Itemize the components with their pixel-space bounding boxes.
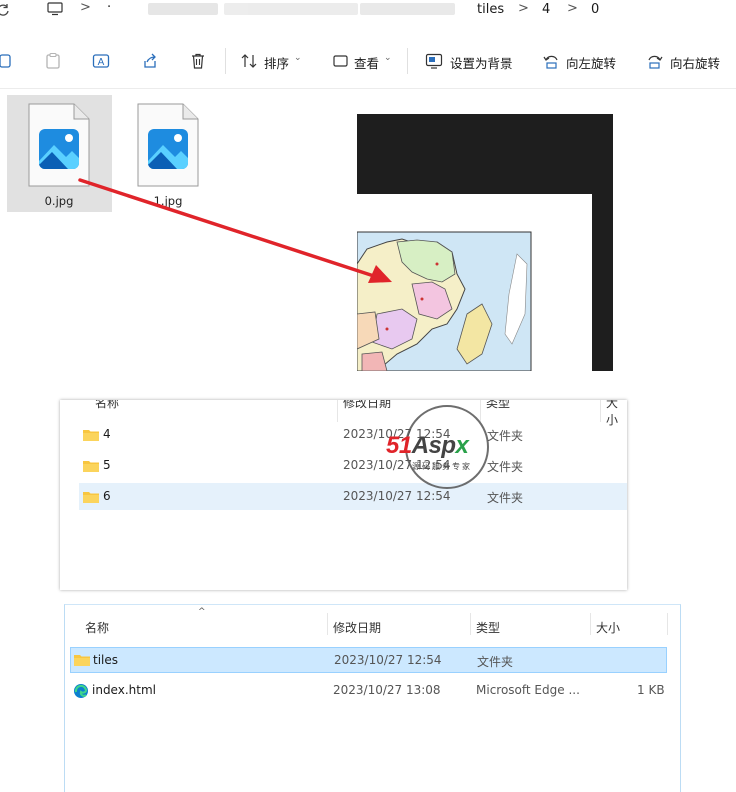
row-name: 6 [103, 489, 111, 503]
breadcrumb-dot: · [107, 0, 112, 15]
rotate-left-icon [543, 55, 558, 69]
column-separator [470, 613, 471, 635]
row-type: 文件夹 [487, 429, 524, 443]
paste-icon[interactable] [44, 52, 62, 70]
view-icon [333, 55, 348, 67]
row-date: 2023/10/27 12:54 [343, 489, 451, 503]
edge-browser-icon [74, 684, 88, 698]
table-row[interactable]: index.html 2023/10/27 13:08 Microsoft Ed… [70, 678, 667, 704]
row-name: 5 [103, 458, 111, 472]
column-separator [667, 613, 668, 635]
image-file-icon [137, 103, 199, 187]
file-tile[interactable]: 0.jpg [7, 95, 112, 212]
address-field[interactable]: > · tiles > 4 > 0 [30, 0, 736, 24]
computer-icon [47, 2, 63, 16]
share-icon[interactable] [141, 52, 159, 70]
obscured-path [148, 3, 218, 15]
folder-list-window: ^ 名称 修改日期 类型 大小 tiles 2023/10/27 12:54 文… [64, 604, 681, 792]
column-separator [590, 613, 591, 635]
watermark-tagline: 源码服务专家 [412, 462, 472, 471]
column-header-name[interactable]: 名称 [85, 619, 109, 636]
rename-icon[interactable]: A [92, 52, 110, 70]
rotate-right-button[interactable]: 向右旋转 [646, 51, 726, 71]
folder-icon [83, 430, 99, 441]
breadcrumb-item-0[interactable]: 0 [591, 2, 599, 17]
image-file-icon [28, 103, 90, 187]
svg-text:A: A [98, 57, 105, 68]
row-type: Microsoft Edge ... [476, 683, 580, 697]
sort-icon [241, 54, 257, 68]
column-header-name[interactable]: 名称 [95, 400, 119, 411]
row-name: tiles [93, 653, 119, 667]
folder-icon [74, 655, 90, 666]
address-bar: > · tiles > 4 > 0 [0, 0, 736, 26]
rotate-left-button[interactable]: 向左旋转 [542, 51, 622, 71]
row-date: 2023/10/27 12:54 [334, 653, 442, 667]
rotate-right-icon [648, 55, 663, 69]
folder-icon [83, 461, 99, 472]
breadcrumb-separator: > [80, 0, 91, 15]
map-preview-image [357, 114, 613, 371]
command-bar-divider [0, 88, 736, 89]
column-header-date[interactable]: 修改日期 [343, 400, 391, 411]
file-name: 1.jpg [153, 194, 183, 208]
row-name: 4 [103, 427, 111, 441]
column-header-type[interactable]: 类型 [476, 619, 500, 636]
breadcrumb-item-tiles[interactable]: tiles [477, 2, 504, 17]
row-size: 1 KB [637, 683, 665, 697]
watermark-logo: 51Aspx 源码服务专家 [386, 404, 490, 490]
column-separator [337, 400, 338, 422]
row-name: index.html [92, 683, 156, 697]
set-as-background-button[interactable]: 设置为背景 [425, 51, 515, 71]
table-row-selected[interactable]: tiles 2023/10/27 12:54 文件夹 [70, 647, 667, 673]
desktop-background-icon [425, 53, 443, 69]
set-as-background-label: 设置为背景 [450, 56, 513, 71]
obscured-path [360, 3, 455, 15]
column-separator [600, 400, 601, 422]
column-separator [327, 613, 328, 635]
rotate-right-label: 向右旋转 [670, 56, 721, 71]
table-row[interactable]: 4 2023/10/27 12:54 文件夹 [79, 421, 627, 448]
sort-label: 排序 [264, 56, 290, 71]
breadcrumb-item-4[interactable]: 4 [542, 2, 550, 17]
toolbar-separator [407, 48, 408, 74]
breadcrumb-separator: > [518, 1, 529, 16]
sort-ascending-icon: ^ [198, 607, 206, 617]
chevron-down-icon: ⌄ [384, 53, 392, 63]
column-header-size[interactable]: 大小 [596, 619, 620, 636]
table-row[interactable]: 5 2023/10/27 12:54 文件夹 [79, 452, 627, 479]
toolbar-separator [225, 48, 226, 74]
image-preview [357, 114, 613, 371]
command-bar: A 排序 ⌄ 查看 ⌄ 设置为背景 向左旋转 向右旋转 [0, 38, 736, 84]
chevron-down-icon: ⌄ [294, 53, 302, 63]
view-label: 查看 [354, 56, 380, 71]
refresh-icon[interactable] [0, 3, 10, 17]
breadcrumb-separator: > [567, 1, 578, 16]
delete-icon[interactable] [189, 52, 207, 70]
table-row-selected[interactable]: 6 2023/10/27 12:54 文件夹 [79, 483, 627, 510]
rotate-left-label: 向左旋转 [566, 56, 617, 71]
row-type: 文件夹 [487, 460, 524, 474]
row-date: 2023/10/27 13:08 [333, 683, 441, 697]
folder-list-window: 名称 修改日期 类型 大小 4 2023/10/27 12:54 文件夹 5 2… [60, 400, 627, 590]
view-button[interactable]: 查看 ⌄ [332, 51, 394, 71]
column-header-date[interactable]: 修改日期 [333, 619, 381, 636]
copy-icon[interactable] [0, 52, 14, 70]
watermark-brand: 51Aspx [386, 432, 469, 459]
row-type: 文件夹 [487, 491, 524, 505]
file-tile[interactable]: 1.jpg [118, 95, 218, 212]
folder-icon [83, 492, 99, 503]
row-type: 文件夹 [477, 655, 514, 669]
sort-button[interactable]: 排序 ⌄ [240, 51, 305, 71]
file-name: 0.jpg [44, 194, 74, 208]
obscured-path [248, 3, 358, 15]
